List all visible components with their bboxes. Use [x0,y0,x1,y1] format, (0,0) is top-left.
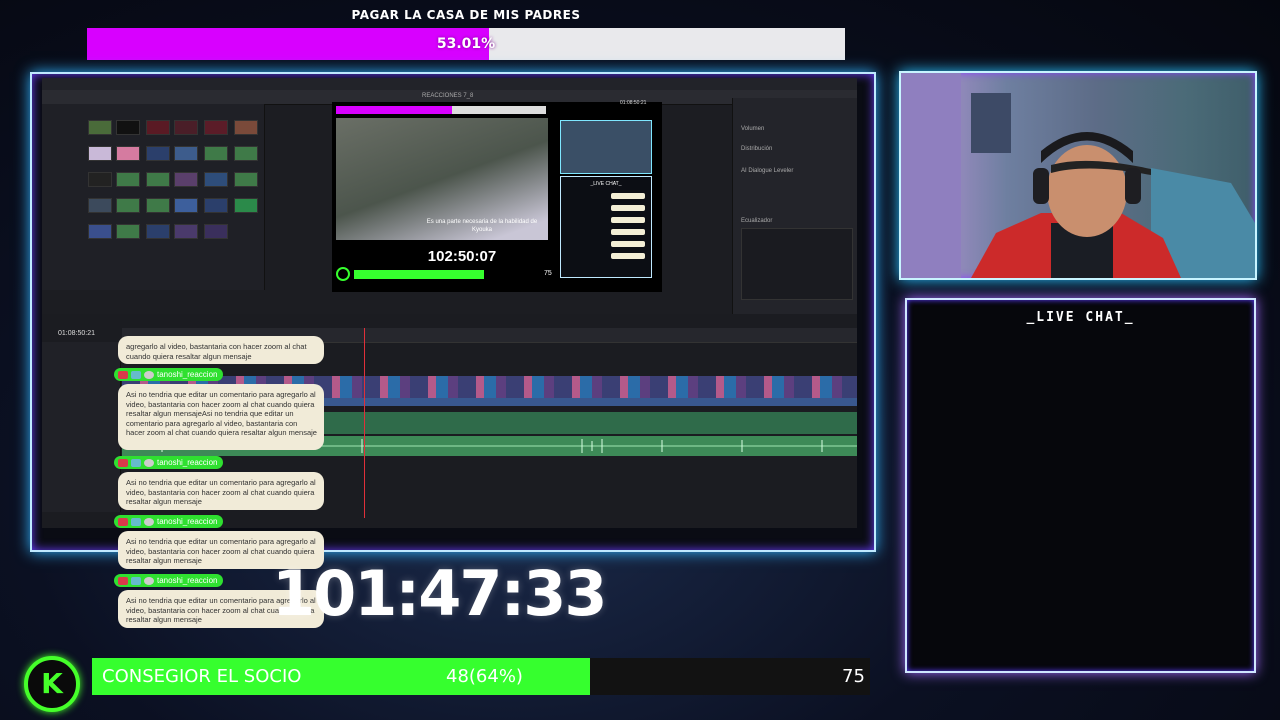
chat-username: tanoshi_reaccion [157,370,218,379]
media-thumb[interactable] [146,224,170,239]
media-thumb[interactable] [234,198,258,213]
inspector-panel[interactable]: Volumen Distribución AI Dialogue Leveler… [732,98,857,314]
media-thumb[interactable] [174,172,198,187]
chat-message: Asi no tendria que editar un comentario … [118,384,324,450]
sub-goal-progress-bar: CONSEGIOR EL SOCIO 48(64%) 75 [92,658,870,695]
media-thumb[interactable] [174,224,198,239]
eq-graph[interactable] [741,228,853,300]
chat-username: tanoshi_reaccion [157,517,218,526]
preview-chat-message [611,205,645,211]
preview-goal-fill [336,106,452,114]
chat-username: tanoshi_reaccion [157,576,218,585]
media-thumb[interactable] [146,146,170,161]
subscriber-badge-icon [118,576,128,585]
moderator-badge-icon [131,576,141,585]
media-thumb[interactable] [234,146,258,161]
chat-username: tanoshi_reaccion [157,458,218,467]
media-thumb[interactable] [88,120,112,135]
subscriber-badge-icon [118,458,128,467]
timeline-timecode: 01:08:50:21 [58,330,95,337]
media-thumb[interactable] [146,198,170,213]
moderator-badge-icon [131,517,141,526]
media-thumb[interactable] [146,120,170,135]
media-thumb[interactable] [234,120,258,135]
media-thumb[interactable] [146,172,170,187]
chat-username-badge[interactable]: tanoshi_reaccion [114,515,224,528]
media-thumb[interactable] [88,146,112,161]
sub-goal-label: CONSEGIOR EL SOCIO [102,666,302,687]
subscriber-badge-icon [118,517,128,526]
viewer-timecode: 01:08:50:21 [620,100,647,106]
media-thumb[interactable] [88,172,112,187]
media-thumb[interactable] [204,146,228,161]
sub-goal-count: 75 [842,666,865,687]
emote-badge-icon [144,517,154,526]
sub-goal-percent: 48(64%) [446,666,523,687]
stream-timer: 101:47:33 [272,557,608,630]
preview-chat: _LIVE CHAT_ [560,176,652,278]
media-thumb[interactable] [204,224,228,239]
preview-webcam [560,120,652,174]
media-thumb[interactable] [116,120,140,135]
media-thumb[interactable] [174,146,198,161]
preview-kick-logo [336,267,350,281]
inspector-distribution-label: Distribución [741,146,773,152]
emote-badge-icon [144,576,154,585]
preview-viewer[interactable]: Es una parte necesaria de la habilidad d… [332,102,662,292]
moderator-badge-icon [131,458,141,467]
top-goal-title: PAGAR LA CASA DE MIS PADRES [351,8,581,22]
preview-sub-count: 75 [544,270,552,277]
chat-username-badge[interactable]: tanoshi_reaccion [114,574,224,587]
preview-chat-message [611,229,645,235]
chat-title: _LIVE CHAT_ [1026,310,1135,325]
top-goal-progress-bar: 53.01% [87,28,845,60]
preview-chat-message [611,241,645,247]
chat-username-badge[interactable]: tanoshi_reaccion [114,456,224,469]
media-thumb[interactable] [174,120,198,135]
timeline-playhead[interactable] [364,328,365,518]
preview-goal-bar [336,106,546,114]
media-thumb[interactable] [116,172,140,187]
preview-chat-title: _LIVE CHAT_ [590,181,622,187]
emote-badge-icon [144,370,154,379]
kick-logo-letter: K [41,667,63,700]
webcam-frame [899,71,1257,280]
media-pool-panel[interactable] [42,104,265,290]
media-thumb[interactable] [88,198,112,213]
inspector-ai-dialogue-label: AI Dialogue Leveler [741,168,794,174]
moderator-badge-icon [131,370,141,379]
track-headers[interactable] [42,342,121,512]
editor-menubar[interactable] [42,78,857,90]
media-thumb[interactable] [204,120,228,135]
inspector-eq-label: Ecualizador [741,218,773,224]
media-thumb[interactable] [116,146,140,161]
preview-chat-message [611,193,645,199]
subscriber-badge-icon [118,370,128,379]
chat-message: agregarlo al video, bastantaria con hace… [118,336,324,364]
project-name: REACCIONES 7_8 [422,93,474,99]
media-thumb[interactable] [174,198,198,213]
media-thumb[interactable] [204,198,228,213]
chat-username-badge[interactable]: tanoshi_reaccion [114,368,224,381]
media-thumb[interactable] [88,224,112,239]
preview-timer: 102:50:07 [427,248,497,265]
media-thumb[interactable] [116,224,140,239]
top-goal-percent: 53.01% [436,36,496,52]
preview-chat-message [611,253,645,259]
inspector-volume-label: Volumen [741,126,765,132]
webcam-feed [901,73,1255,278]
media-thumb[interactable] [234,172,258,187]
preview-sub-bar [354,270,484,279]
media-thumb[interactable] [116,198,140,213]
media-thumb[interactable] [204,172,228,187]
live-chat-panel: _LIVE CHAT_ [905,298,1256,673]
emote-badge-icon [144,458,154,467]
chat-message: Asi no tendria que editar un comentario … [118,472,324,510]
kick-logo-icon: K [24,656,80,712]
preview-subtitle: Es una parte necesaria de la habilidad d… [426,219,538,233]
preview-chat-message [611,217,645,223]
